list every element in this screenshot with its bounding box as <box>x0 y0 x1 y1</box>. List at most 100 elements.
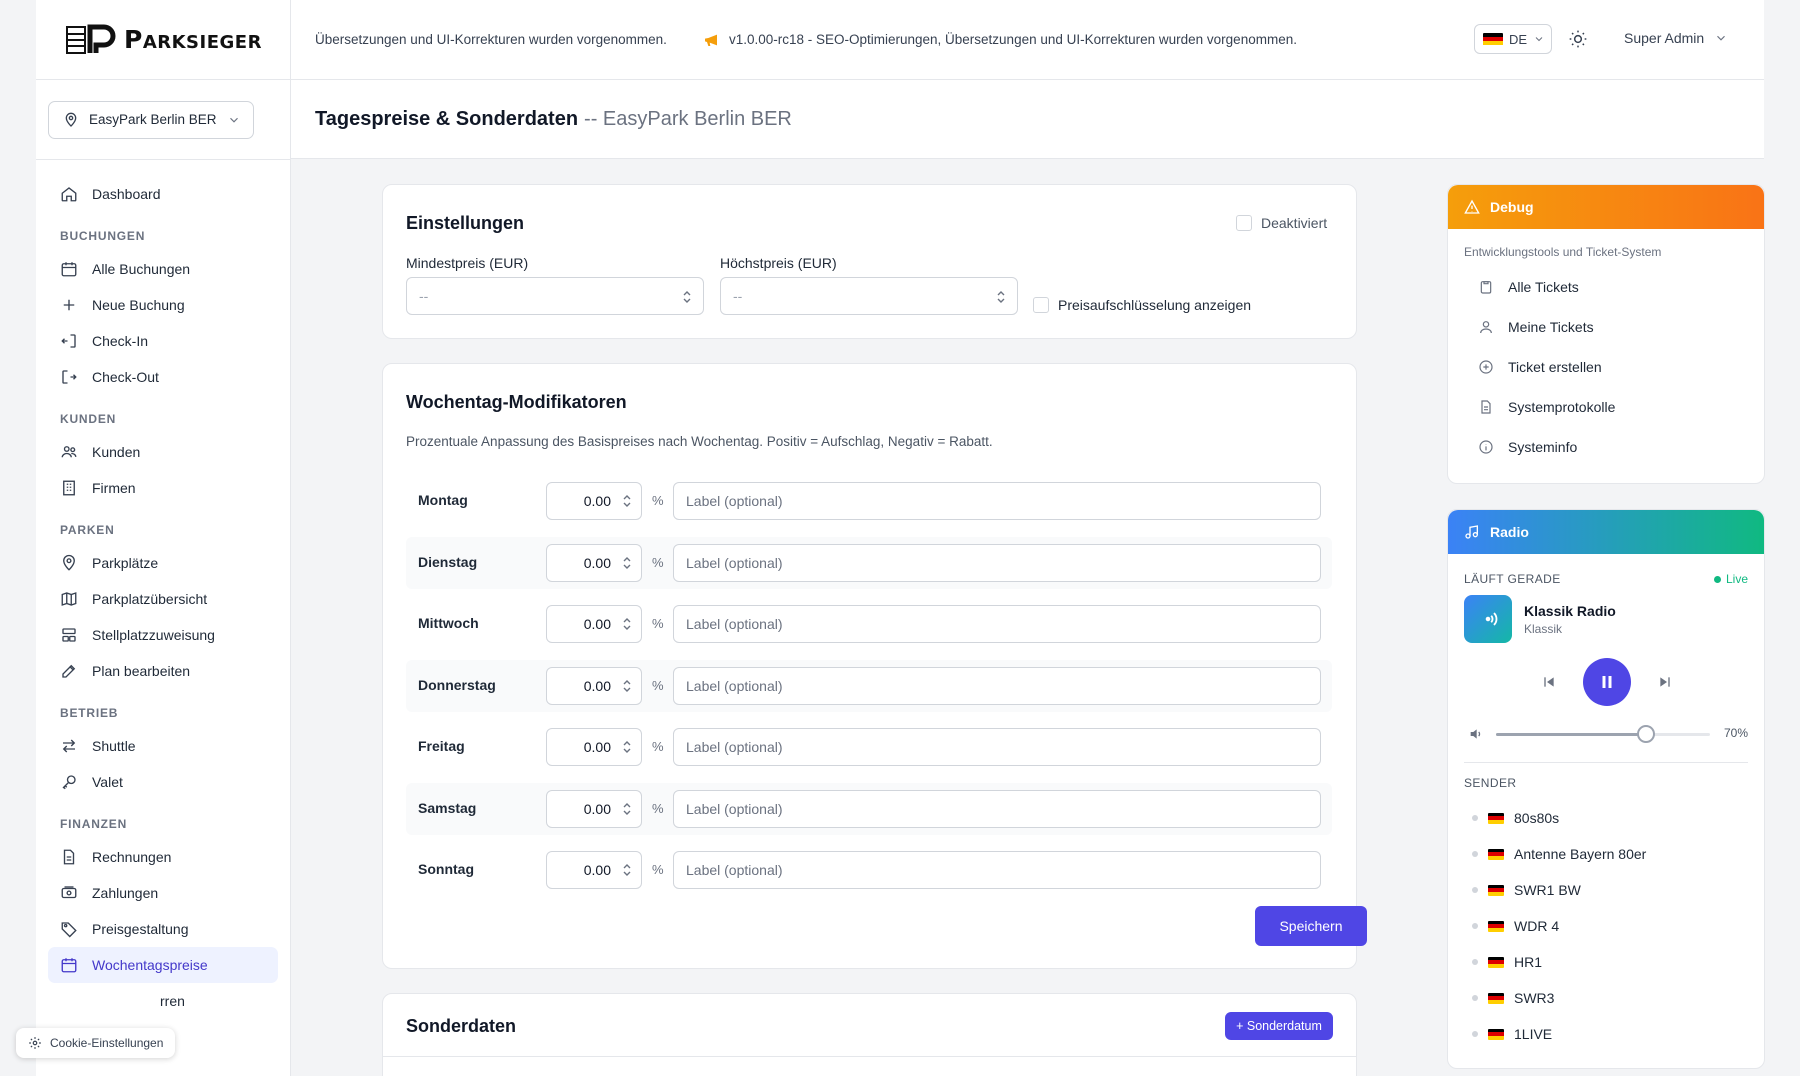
weekday-label-input[interactable]: Label (optional) <box>673 605 1321 643</box>
weekday-percent-input[interactable]: 0.00 <box>546 728 642 766</box>
sidebar-item-all-bookings[interactable]: Alle Buchungen <box>48 251 278 287</box>
save-button[interactable]: Speichern <box>1255 906 1367 946</box>
sidebar-item-pricing[interactable]: Preisgestaltung <box>48 911 278 947</box>
weekday-percent-value: 0.00 <box>583 554 611 571</box>
station-item[interactable]: SWR1 BW <box>1464 872 1750 908</box>
station-item[interactable]: HR1 <box>1464 944 1750 980</box>
key-icon <box>62 775 76 790</box>
sidebar-item-shuttle[interactable]: Shuttle <box>48 728 278 764</box>
stepper-icon[interactable] <box>621 801 633 817</box>
debug-item-system-logs[interactable]: Systemprotokolle <box>1464 387 1748 427</box>
percent-unit: % <box>652 554 664 570</box>
brand-logo[interactable]: Parksieger <box>36 0 290 80</box>
stepper-icon[interactable] <box>621 493 633 509</box>
weekday-percent-input[interactable]: 0.00 <box>546 666 642 705</box>
banknote-icon <box>61 886 77 899</box>
weekday-percent-input[interactable]: 0.00 <box>546 543 642 582</box>
sidebar-item-label: Neue Buchung <box>92 297 185 313</box>
volume-slider[interactable] <box>1496 725 1710 743</box>
weekday-label-input[interactable]: Label (optional) <box>673 728 1321 766</box>
weekday-label-placeholder: Label (optional) <box>686 677 783 694</box>
sidebar-item-check-out[interactable]: Check-Out <box>48 359 278 395</box>
stepper-icon[interactable] <box>621 555 633 571</box>
debug-item-my-tickets[interactable]: Meine Tickets <box>1464 307 1748 347</box>
radio-header: Radio <box>1448 510 1764 554</box>
chevron-down-icon <box>229 117 238 123</box>
volume-slider-thumb[interactable] <box>1636 725 1655 743</box>
weekday-label-input[interactable]: Label (optional) <box>673 789 1321 828</box>
weekday-label-input[interactable]: Label (optional) <box>673 482 1321 520</box>
station-item[interactable]: SWR3 <box>1464 980 1750 1016</box>
percent-unit: % <box>652 739 664 754</box>
language-value: DE <box>1509 31 1528 47</box>
weekday-percent-input[interactable]: 0.00 <box>546 482 642 520</box>
station-item[interactable]: WDR 4 <box>1464 908 1750 944</box>
cookie-settings-label: Cookie-Einstellungen <box>50 1036 164 1050</box>
weekday-label-input[interactable]: Label (optional) <box>673 851 1321 889</box>
max-price-input[interactable]: -- <box>720 277 1018 315</box>
chevron-down-icon <box>1535 37 1543 42</box>
sidebar-item-customers[interactable]: Kunden <box>48 434 278 470</box>
station-label: HR1 <box>1514 954 1543 970</box>
weekday-label-input[interactable]: Label (optional) <box>673 543 1321 582</box>
deactivated-toggle[interactable]: Deaktiviert <box>1236 215 1327 231</box>
debug-item-all-tickets[interactable]: Alle Tickets <box>1464 267 1748 307</box>
weekday-percent-input[interactable]: 0.00 <box>546 605 642 643</box>
debug-item-system-info[interactable]: Systeminfo <box>1464 427 1748 467</box>
stepper-icon[interactable] <box>621 616 633 632</box>
station-item[interactable]: 80s80s <box>1464 800 1750 836</box>
special-dates-divider <box>383 1056 1356 1057</box>
add-special-date-button[interactable]: + Sonderdatum <box>1225 1012 1333 1040</box>
weekday-label-input[interactable]: Label (optional) <box>673 666 1321 705</box>
sidebar-item-spot-assignment[interactable]: Stellplatzzuweisung <box>48 617 278 653</box>
debug-item-create-ticket[interactable]: Ticket erstellen <box>1464 347 1748 387</box>
sidebar-item-partial[interactable]: rren <box>48 983 278 1019</box>
sidebar-item-label: Firmen <box>92 480 136 496</box>
min-price-input[interactable]: -- <box>406 277 704 315</box>
language-select[interactable]: DE <box>1474 24 1552 54</box>
debug-item-label: Meine Tickets <box>1508 319 1594 335</box>
volume-icon[interactable] <box>1468 726 1484 742</box>
debug-item-label: Alle Tickets <box>1508 279 1579 295</box>
sun-icon[interactable] <box>1568 29 1588 49</box>
sidebar-item-valet[interactable]: Valet <box>48 764 278 800</box>
sidebar-item-companies[interactable]: Firmen <box>48 470 278 506</box>
price-breakdown-toggle[interactable]: Preisaufschlüsselung anzeigen <box>1033 297 1251 313</box>
sidebar-item-payments[interactable]: Zahlungen <box>48 875 278 911</box>
location-select[interactable]: EasyPark Berlin BER <box>48 100 254 139</box>
nav-section-operations: BETRIEB <box>60 706 119 720</box>
sidebar-item-check-in[interactable]: Check-In <box>48 323 278 359</box>
sidebar-item-edit-plan[interactable]: Plan bearbeiten <box>48 653 278 689</box>
percent-unit: % <box>652 616 664 631</box>
stepper-icon[interactable] <box>681 289 693 305</box>
sidebar-item-parking-lots[interactable]: Parkplätze <box>48 545 278 581</box>
stepper-icon[interactable] <box>621 739 633 755</box>
weekday-percent-input[interactable]: 0.00 <box>546 851 642 889</box>
german-flag-icon <box>1488 920 1504 932</box>
tag-icon <box>61 922 77 938</box>
sidebar-item-dashboard[interactable]: Dashboard <box>48 176 278 212</box>
skip-forward-icon[interactable] <box>1657 674 1673 690</box>
megaphone-icon <box>704 34 717 46</box>
station-item[interactable]: 1LIVE <box>1464 1016 1750 1052</box>
stepper-icon[interactable] <box>621 678 633 694</box>
sidebar-item-label: Wochentagspreise <box>92 957 208 973</box>
sidebar-item-lot-overview[interactable]: Parkplatzübersicht <box>48 581 278 617</box>
pause-button[interactable] <box>1583 658 1631 706</box>
sidebar-item-invoices[interactable]: Rechnungen <box>48 839 278 875</box>
weekday-row: Freitag 0.00% Label (optional) <box>406 721 1332 773</box>
release-note[interactable]: v1.0.00-rc18 - SEO-Optimierungen, Überse… <box>703 32 1297 48</box>
cookie-settings-button[interactable]: Cookie-Einstellungen <box>16 1028 176 1058</box>
deactivated-checkbox[interactable] <box>1236 215 1252 231</box>
stepper-icon[interactable] <box>995 289 1007 305</box>
weekday-name: Montag <box>418 492 468 508</box>
station-item[interactable]: Antenne Bayern 80er <box>1464 836 1750 872</box>
weekday-percent-input[interactable]: 0.00 <box>546 789 642 828</box>
user-menu[interactable]: Super Admin <box>1624 30 1728 46</box>
sidebar-item-weekday-prices[interactable]: Wochentagspreise <box>48 947 278 983</box>
skip-back-icon[interactable] <box>1541 674 1557 690</box>
station-dot <box>1472 1031 1478 1037</box>
price-breakdown-checkbox[interactable] <box>1033 297 1049 313</box>
stepper-icon[interactable] <box>621 862 633 878</box>
sidebar-item-new-booking[interactable]: Neue Buchung <box>48 287 278 323</box>
